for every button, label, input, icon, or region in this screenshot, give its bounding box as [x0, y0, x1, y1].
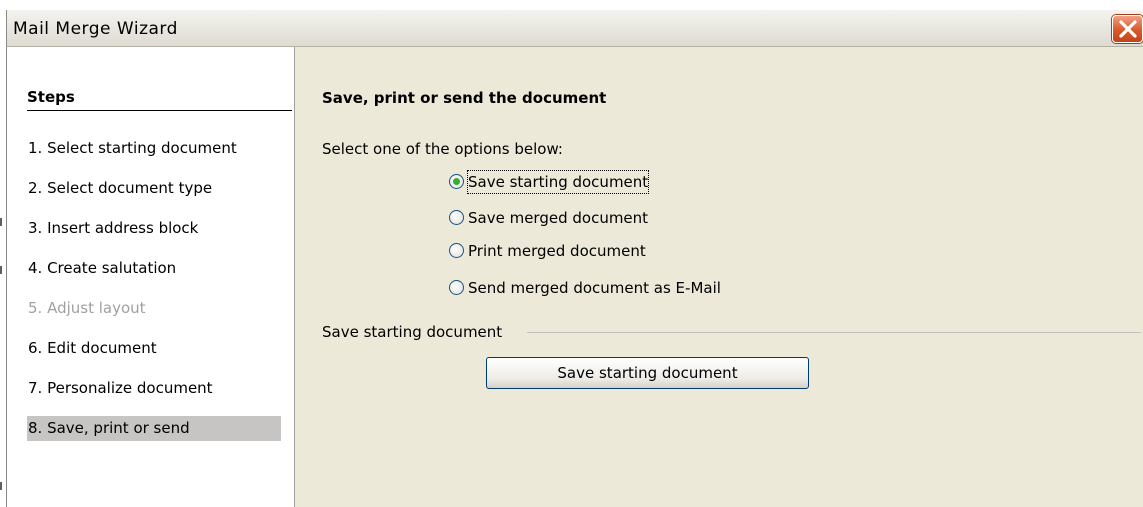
- step-create-salutation[interactable]: 4. Create salutation: [27, 256, 281, 281]
- save-starting-document-button[interactable]: Save starting document: [486, 357, 809, 389]
- radio-button[interactable]: [449, 243, 464, 258]
- close-button[interactable]: [1112, 15, 1143, 43]
- group-divider: [527, 332, 1141, 333]
- edge-mark: [0, 482, 2, 490]
- content-panel: Save, print or send the document Select …: [295, 47, 1143, 507]
- radio-button[interactable]: [449, 280, 464, 295]
- option-label[interactable]: Save merged document: [468, 207, 648, 229]
- instruction-text: Select one of the options below:: [322, 140, 563, 158]
- step-adjust-layout: 5. Adjust layout: [28, 299, 146, 317]
- radio-button-selected[interactable]: [449, 174, 464, 189]
- step-edit-document[interactable]: 6. Edit document: [27, 336, 281, 361]
- step-select-document-type[interactable]: 2. Select document type: [27, 176, 281, 201]
- step-personalize-document[interactable]: 7. Personalize document: [27, 376, 281, 401]
- radio-button[interactable]: [449, 210, 464, 225]
- edge-mark: [0, 218, 2, 226]
- step-insert-address-block[interactable]: 3. Insert address block: [27, 216, 281, 241]
- steps-panel: Steps 1. Select starting document 2. Sel…: [7, 47, 295, 507]
- option-label[interactable]: Save starting document: [466, 170, 650, 194]
- window-title: Mail Merge Wizard: [13, 19, 178, 39]
- title-bar[interactable]: Mail Merge Wizard: [7, 10, 1143, 47]
- step-save-print-send[interactable]: 8. Save, print or send: [27, 416, 281, 441]
- page-title: Save, print or send the document: [322, 89, 607, 107]
- option-label[interactable]: Print merged document: [468, 240, 646, 262]
- steps-heading: Steps: [27, 88, 292, 111]
- group-label: Save starting document: [322, 323, 503, 341]
- step-select-starting-document[interactable]: 1. Select starting document: [27, 136, 281, 161]
- option-label[interactable]: Send merged document as E-Mail: [468, 277, 721, 299]
- mail-merge-dialog: Mail Merge Wizard Steps 1. Select starti…: [6, 10, 1143, 507]
- edge-mark: [0, 266, 2, 274]
